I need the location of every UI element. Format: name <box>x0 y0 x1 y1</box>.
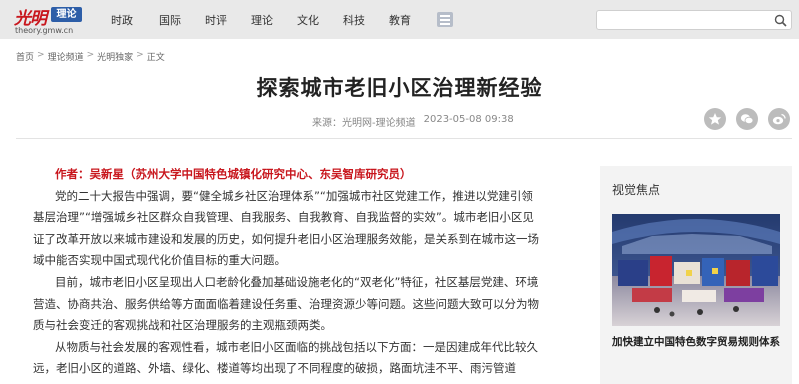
breadcrumb-separator: > <box>136 50 144 60</box>
article-meta: 来源：光明网-理论频道 2023-05-08 09:38 <box>312 114 514 129</box>
breadcrumb-separator: > <box>37 50 45 60</box>
nav-item-culture[interactable]: 文化 <box>297 12 319 28</box>
site-logo[interactable]: 光明 理论 theory.gmw.cn <box>14 4 84 36</box>
article-paragraph: 党的二十大报告中强调，要“健全城乡社区治理体系”“加强城市社区党建工作，推进以党… <box>33 188 539 268</box>
article-source: 来源：光明网-理论频道 <box>312 118 416 129</box>
nav-item-commentary[interactable]: 时评 <box>205 12 227 28</box>
search-box <box>596 10 792 30</box>
star-icon[interactable] <box>704 108 726 130</box>
article-paragraph: 目前，城市老旧小区呈现出人口老龄化叠加基础设施老化的“双老化”特征，社区基层党建… <box>33 274 539 333</box>
nav-item-theory[interactable]: 理论 <box>251 12 273 28</box>
sidebar-heading: 视觉焦点 <box>612 183 661 197</box>
logo-domain: theory.gmw.cn <box>15 26 74 35</box>
header-divider <box>16 138 792 139</box>
visual-focus-panel: 视觉焦点 加快建立中国特色数字贸易规则体系 <box>600 166 792 384</box>
nav-item-tech[interactable]: 科技 <box>343 12 365 28</box>
article-date: 2023-05-08 09:38 <box>423 114 514 125</box>
logo-channel-tag: 理论 <box>51 7 82 22</box>
breadcrumb-home[interactable]: 首页 <box>16 50 34 63</box>
article-author: 作者：吴新星（苏州大学中国特色城镇化研究中心、东吴智库研究员） <box>55 167 412 181</box>
wechat-icon[interactable] <box>736 108 758 130</box>
breadcrumb-theory-channel[interactable]: 理论频道 <box>48 50 84 63</box>
focus-photo-caption[interactable]: 加快建立中国特色数字贸易规则体系 <box>612 334 780 351</box>
top-nav-bar: 光明 理论 theory.gmw.cn 时政 国际 时评 理论 文化 科技 教育 <box>0 0 799 39</box>
nav-item-education[interactable]: 教育 <box>389 12 411 28</box>
search-input[interactable] <box>601 13 767 27</box>
article-paragraph: 从物质与社会发展的客观性看，城市老旧小区面临的挑战包括以下方面：一是因建成年代比… <box>33 339 538 376</box>
breadcrumb-exclusive[interactable]: 光明独家 <box>97 50 133 63</box>
breadcrumb: 首页 > 理论频道 > 光明独家 > 正文 <box>16 50 165 63</box>
main-nav: 时政 国际 时评 理论 文化 科技 教育 <box>111 0 435 39</box>
search-icon[interactable] <box>774 14 787 27</box>
breadcrumb-separator: > <box>86 50 95 60</box>
breadcrumb-current: 正文 <box>146 53 165 63</box>
nav-item-international[interactable]: 国际 <box>159 12 181 28</box>
weibo-icon[interactable] <box>768 108 790 130</box>
focus-photo[interactable] <box>612 214 780 326</box>
nav-item-politics[interactable]: 时政 <box>111 12 133 28</box>
menu-icon[interactable] <box>437 12 453 27</box>
article-body: 作者：吴新星（苏州大学中国特色城镇化研究中心、东吴智库研究员） 党的二十大报告中… <box>33 164 539 380</box>
article-title: 探索城市老旧小区治理新经验 <box>256 76 543 100</box>
